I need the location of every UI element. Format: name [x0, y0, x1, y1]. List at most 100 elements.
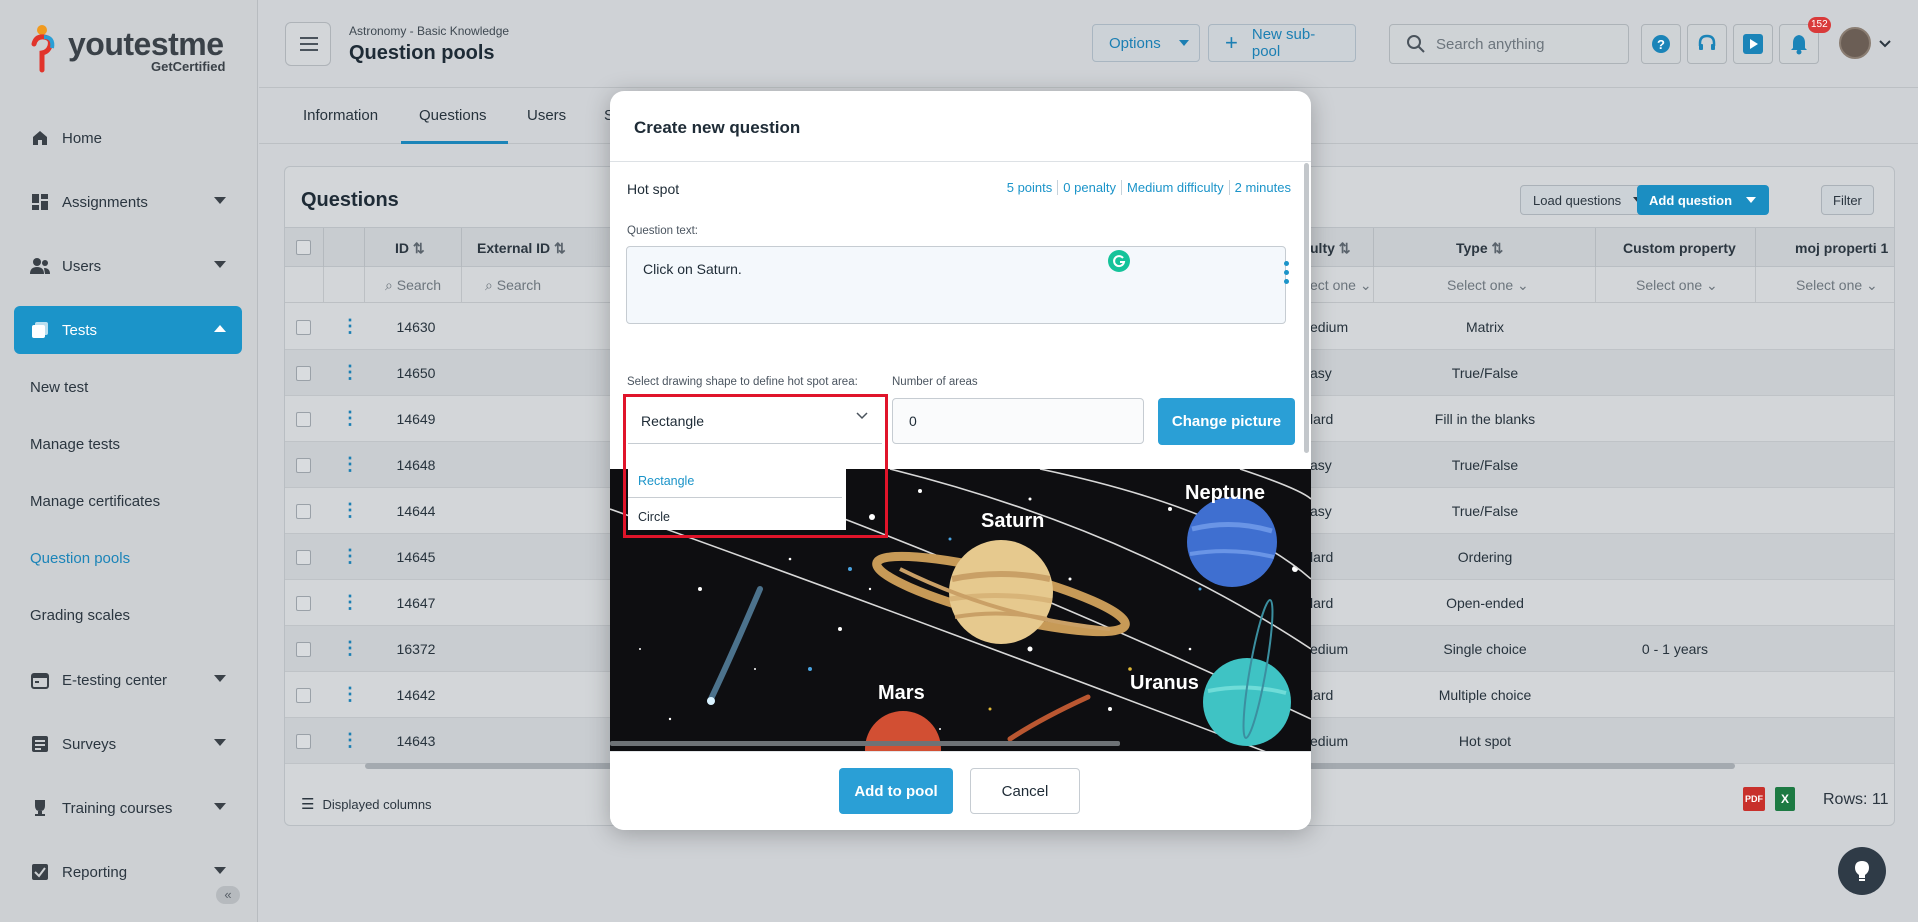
- cell-type: True/False: [1451, 503, 1519, 519]
- cell-type: True/False: [1451, 365, 1519, 381]
- row-actions-icon[interactable]: ⋮: [341, 455, 359, 473]
- surveys-icon: [30, 734, 50, 754]
- displayed-columns-button[interactable]: ☰ Displayed columns: [301, 795, 432, 813]
- trophy-icon: [30, 798, 50, 818]
- brand-name: youtestme: [68, 26, 224, 62]
- row-checkbox[interactable]: [296, 550, 311, 565]
- sidebar-subitem-question-pools[interactable]: Question pools: [30, 550, 130, 567]
- select-all-checkbox[interactable]: [296, 240, 311, 255]
- difficulty-filter-select[interactable]: ect one ⌄: [1310, 277, 1372, 294]
- cell-difficulty: asy: [1310, 503, 1332, 519]
- moj-properti-filter-select[interactable]: Select one ⌄: [1796, 277, 1878, 294]
- help-chat-button[interactable]: [1838, 847, 1886, 895]
- row-actions-icon[interactable]: ⋮: [341, 685, 359, 703]
- youtestme-logo[interactable]: youtestme GetCertified: [30, 20, 230, 76]
- column-header-custom-property[interactable]: Custom property: [1623, 240, 1736, 256]
- add-to-pool-button[interactable]: Add to pool: [839, 768, 953, 814]
- tab-information[interactable]: Information: [303, 107, 378, 124]
- menu-toggle-button[interactable]: [285, 22, 331, 66]
- pdf-export-icon[interactable]: PDF: [1743, 787, 1765, 811]
- row-checkbox[interactable]: [296, 320, 311, 335]
- chevron-down-icon[interactable]: [1879, 40, 1891, 48]
- row-checkbox[interactable]: [296, 688, 311, 703]
- sidebar-item-tests[interactable]: Tests: [14, 306, 242, 354]
- custom-property-filter-select[interactable]: Select one ⌄: [1636, 277, 1718, 294]
- more-options-icon[interactable]: [1284, 261, 1290, 288]
- row-checkbox[interactable]: [296, 504, 311, 519]
- row-checkbox[interactable]: [296, 412, 311, 427]
- global-search-input[interactable]: Search anything: [1389, 24, 1629, 64]
- tab-users[interactable]: Users: [527, 107, 566, 124]
- column-header-external-id[interactable]: External ID ⇅: [477, 240, 566, 257]
- cell-difficulty: edium: [1310, 641, 1349, 657]
- new-subpool-button[interactable]: + New sub-pool: [1208, 24, 1356, 62]
- row-checkbox[interactable]: [296, 642, 311, 657]
- row-checkbox[interactable]: [296, 458, 311, 473]
- number-of-areas-input[interactable]: 0: [892, 398, 1144, 444]
- chevron-up-icon: [214, 325, 226, 332]
- row-actions-icon[interactable]: ⋮: [341, 363, 359, 381]
- chevron-down-icon: [214, 867, 226, 874]
- time-link[interactable]: 2 minutes: [1230, 180, 1291, 195]
- user-avatar[interactable]: [1839, 27, 1871, 59]
- change-picture-button[interactable]: Change picture: [1158, 398, 1295, 445]
- help-button[interactable]: ?: [1641, 24, 1681, 64]
- collapse-sidebar-button[interactable]: «: [216, 886, 240, 904]
- support-button[interactable]: [1687, 24, 1727, 64]
- row-actions-icon[interactable]: ⋮: [341, 317, 359, 335]
- question-text-editor[interactable]: Click on Saturn.: [626, 246, 1286, 324]
- filter-button[interactable]: Filter: [1821, 185, 1874, 215]
- cell-id: 14647: [396, 595, 436, 611]
- column-header-id[interactable]: ID ⇅: [395, 240, 425, 257]
- question-text-value: Click on Saturn.: [643, 261, 742, 277]
- sidebar-subitem-grading-scales[interactable]: Grading scales: [30, 607, 130, 624]
- play-tour-button[interactable]: [1733, 24, 1773, 64]
- row-actions-icon[interactable]: ⋮: [341, 639, 359, 657]
- add-question-button[interactable]: Add question: [1637, 185, 1769, 215]
- row-checkbox[interactable]: [296, 734, 311, 749]
- row-actions-icon[interactable]: ⋮: [341, 593, 359, 611]
- headset-icon: [1698, 34, 1716, 50]
- dialog-title: Create new question: [634, 118, 801, 137]
- sidebar-item-home[interactable]: Home: [14, 114, 242, 162]
- cancel-button[interactable]: Cancel: [970, 768, 1080, 814]
- sidebar-item-assignments[interactable]: Assignments: [14, 178, 242, 226]
- row-actions-icon[interactable]: ⋮: [341, 501, 359, 519]
- type-filter-select[interactable]: Select one ⌄: [1447, 277, 1529, 294]
- sidebar-subitem-manage-certificates[interactable]: Manage certificates: [30, 493, 160, 510]
- breadcrumb[interactable]: Astronomy - Basic Knowledge: [349, 24, 509, 38]
- row-actions-icon[interactable]: ⋮: [341, 547, 359, 565]
- penalty-link[interactable]: 0 penalty: [1058, 180, 1123, 195]
- sort-icon: ⇅: [412, 240, 425, 256]
- tab-questions[interactable]: Questions: [401, 107, 508, 144]
- grammarly-icon[interactable]: [1108, 250, 1130, 272]
- excel-export-icon[interactable]: X: [1775, 787, 1795, 811]
- sidebar-item-users[interactable]: Users: [14, 242, 242, 290]
- column-header-type[interactable]: Type ⇅: [1456, 240, 1503, 257]
- row-actions-icon[interactable]: ⋮: [341, 731, 359, 749]
- row-checkbox[interactable]: [296, 596, 311, 611]
- row-actions-icon[interactable]: ⋮: [341, 409, 359, 427]
- row-checkbox[interactable]: [296, 366, 311, 381]
- difficulty-link[interactable]: Medium difficulty: [1122, 180, 1230, 195]
- sidebar-subitem-manage-tests[interactable]: Manage tests: [30, 436, 120, 453]
- column-header-difficulty[interactable]: ulty ⇅: [1310, 240, 1351, 257]
- calendar-icon: [30, 670, 50, 690]
- search-icon: ⌕: [385, 277, 393, 293]
- sidebar-item-e-testing-center[interactable]: E-testing center: [14, 656, 242, 704]
- external-id-search-input[interactable]: ⌕ Search: [485, 277, 541, 294]
- chevron-down-icon: [214, 261, 226, 268]
- questions-title: Questions: [301, 189, 399, 211]
- sidebar-item-reporting[interactable]: Reporting: [14, 848, 242, 896]
- picture-horizontal-scrollbar[interactable]: [610, 741, 1120, 746]
- bell-icon: [1791, 35, 1807, 55]
- sidebar-item-surveys[interactable]: Surveys: [14, 720, 242, 768]
- sidebar-item-training-courses[interactable]: Training courses: [14, 784, 242, 832]
- options-button[interactable]: Options: [1092, 24, 1200, 62]
- id-search-input[interactable]: ⌕ Search: [385, 277, 441, 294]
- question-text-label: Question text:: [627, 225, 698, 237]
- dialog-vertical-scrollbar[interactable]: [1304, 163, 1309, 453]
- column-header-moj-properti[interactable]: moj properti 1: [1795, 240, 1888, 256]
- sidebar-subitem-new-test[interactable]: New test: [30, 379, 88, 396]
- points-link[interactable]: 5 points: [1002, 180, 1059, 195]
